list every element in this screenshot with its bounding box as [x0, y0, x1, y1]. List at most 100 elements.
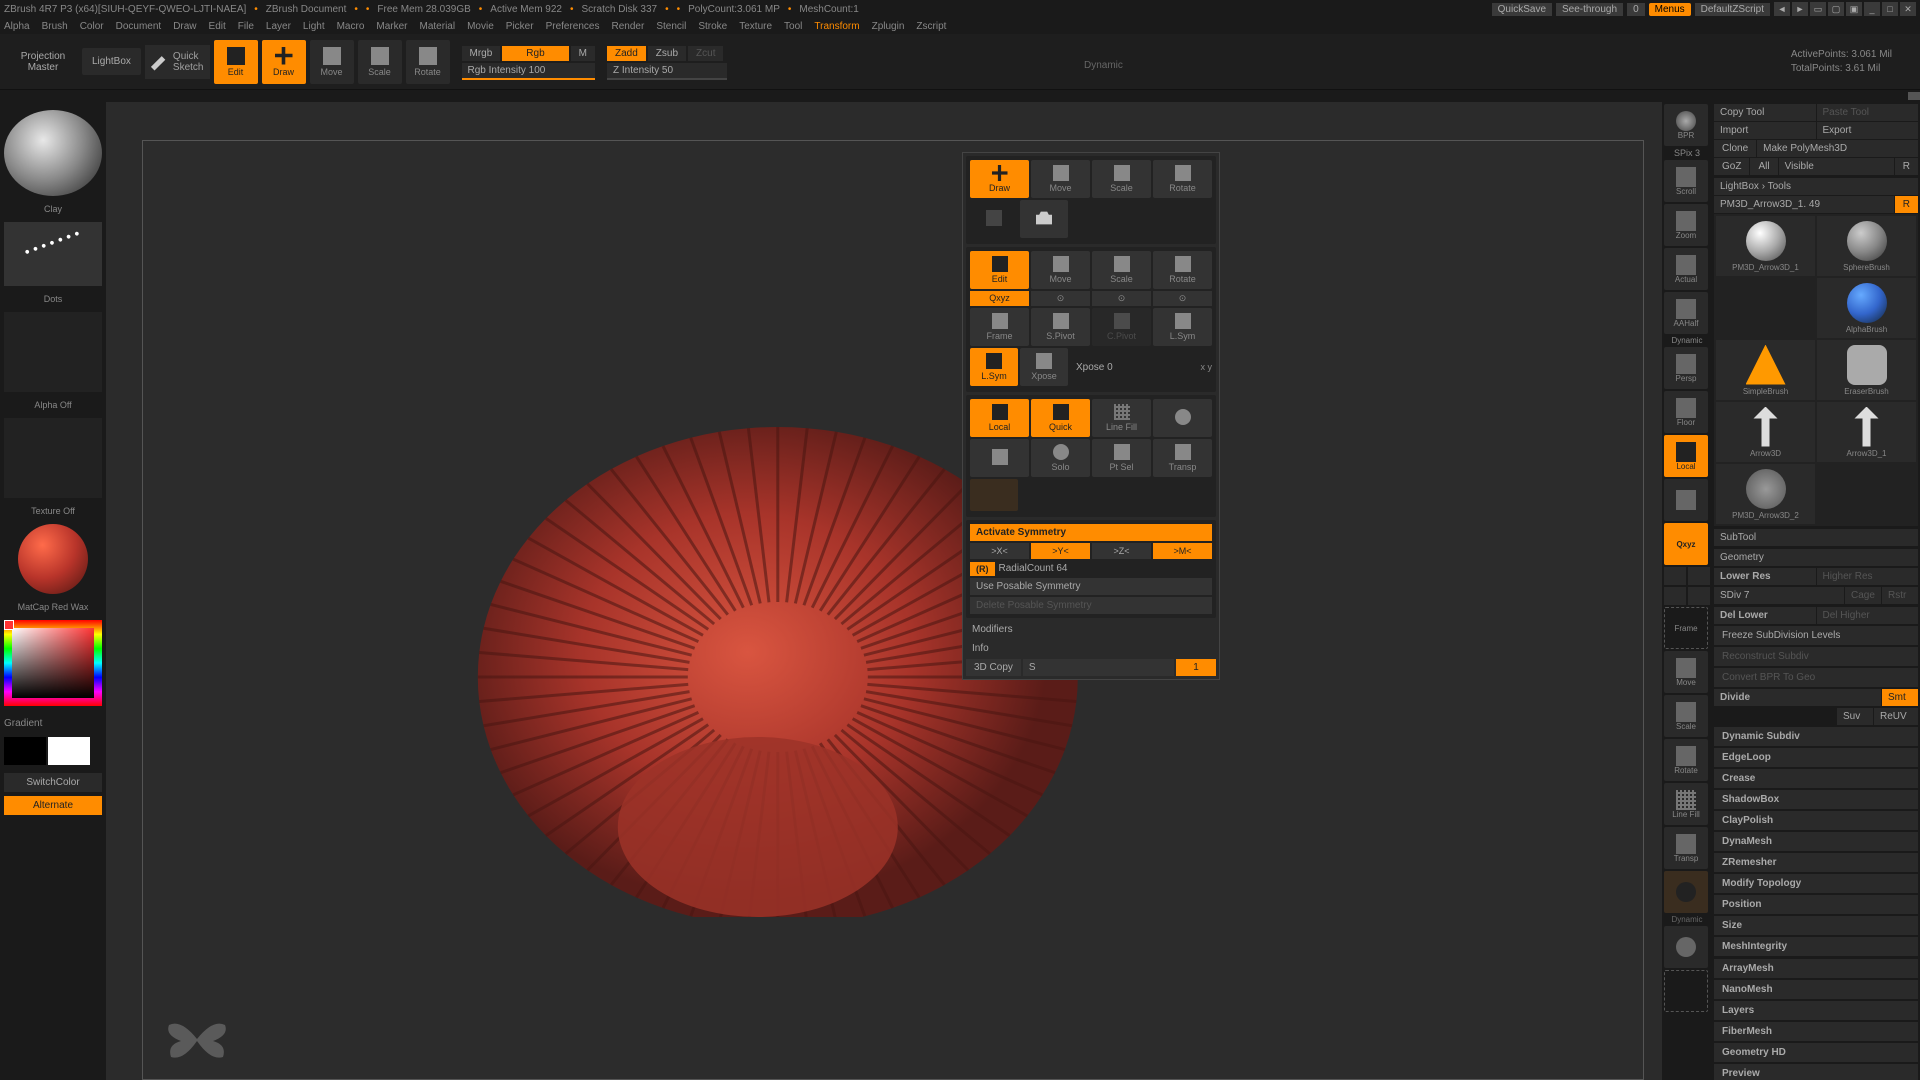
alpha-preview[interactable]	[4, 312, 102, 392]
rstr-button[interactable]: Rstr	[1882, 587, 1918, 604]
local-right-button[interactable]: Local	[1664, 435, 1708, 477]
document-canvas[interactable]: []	[142, 140, 1644, 1080]
solo-button[interactable]: Solo	[1031, 439, 1090, 477]
qxyz-button[interactable]: Qxyz	[970, 291, 1029, 306]
secondary-color-swatch[interactable]	[4, 737, 46, 765]
alternate-button[interactable]: Alternate	[4, 796, 102, 815]
xpose-button[interactable]: Xpose	[1020, 348, 1068, 386]
win-close-icon[interactable]: ✕	[1900, 2, 1916, 16]
switchcolor-button[interactable]: SwitchColor	[4, 773, 102, 792]
sym-x-button[interactable]: >X<	[970, 543, 1029, 559]
transp-button[interactable]: Transp	[1153, 439, 1212, 477]
del-higher-button[interactable]: Del Higher	[1817, 607, 1919, 624]
linefill-right-button[interactable]: Line Fill	[1664, 783, 1708, 825]
position-item[interactable]: Position	[1714, 895, 1918, 914]
zsub-button[interactable]: Zsub	[648, 46, 686, 61]
actual-button[interactable]: Actual	[1664, 248, 1708, 290]
quick-button[interactable]: Quick	[1031, 399, 1090, 437]
fibermesh-item[interactable]: FiberMesh	[1714, 1022, 1918, 1041]
freeze-subdiv-button[interactable]: Freeze SubDivision Levels	[1714, 626, 1918, 645]
tool-thumb-2[interactable]: AlphaBrush	[1817, 278, 1916, 338]
scale-mode-button[interactable]: Scale	[358, 40, 402, 84]
qy-button[interactable]: ⊙	[1092, 291, 1151, 306]
floor-button[interactable]: Floor	[1664, 391, 1708, 433]
color-picker[interactable]	[4, 620, 102, 706]
sphere-button[interactable]	[1153, 399, 1212, 437]
scale-right-button[interactable]: Scale	[1664, 695, 1708, 737]
scroll-button[interactable]: Scroll	[1664, 160, 1708, 202]
win-minimize-icon[interactable]: _	[1864, 2, 1880, 16]
polyf-button[interactable]: Line Fill	[1092, 399, 1151, 437]
subtool-header[interactable]: SubTool	[1714, 529, 1918, 546]
edit-mode-button[interactable]: Edit	[214, 40, 258, 84]
geometryhd-item[interactable]: Geometry HD	[1714, 1043, 1918, 1062]
dynamesh-item[interactable]: DynaMesh	[1714, 832, 1918, 851]
arraymesh-item[interactable]: ArrayMesh	[1714, 959, 1918, 978]
popup-camera-button[interactable]	[1020, 200, 1068, 238]
win-panel-icon[interactable]: ▣	[1846, 2, 1862, 16]
frame-right-button[interactable]: Frame	[1664, 607, 1708, 649]
goz-visible-button[interactable]: Visible	[1779, 158, 1894, 175]
paste-tool-button[interactable]: Paste Tool	[1817, 104, 1919, 121]
ptsel-button[interactable]: Pt Sel	[1092, 439, 1151, 477]
solo-right-button[interactable]	[1664, 871, 1708, 913]
m-button[interactable]: M	[571, 46, 595, 61]
modify-topology-item[interactable]: Modify Topology	[1714, 874, 1918, 893]
preview-item[interactable]: Preview	[1714, 1064, 1918, 1080]
claypolish-item[interactable]: ClayPolish	[1714, 811, 1918, 830]
menu-render[interactable]: Render	[612, 21, 645, 32]
tool-thumb-4[interactable]: EraserBrush	[1817, 340, 1916, 400]
use-posable-button[interactable]: Use Posable Symmetry	[970, 578, 1212, 595]
suv-button[interactable]: Suv	[1837, 708, 1873, 725]
smt-button[interactable]: Smt	[1882, 689, 1918, 706]
primary-color-swatch[interactable]	[48, 737, 90, 765]
qz-button[interactable]: ⊙	[1153, 291, 1212, 306]
tool-thumb-7[interactable]: PM3D_Arrow3D_2	[1716, 464, 1815, 524]
zremesher-item[interactable]: ZRemesher	[1714, 853, 1918, 872]
tool-thumb-6[interactable]: Arrow3D_1	[1817, 402, 1916, 462]
tool-thumb-3[interactable]: SimpleBrush	[1716, 340, 1815, 400]
bpr-button[interactable]: BPR	[1664, 104, 1708, 146]
higher-res-button[interactable]: Higher Res	[1817, 568, 1919, 585]
win-next-icon[interactable]: ►	[1792, 2, 1808, 16]
q-small-4[interactable]	[1688, 587, 1710, 605]
divide-button[interactable]: Divide	[1714, 689, 1881, 706]
import-button[interactable]: Import	[1714, 122, 1816, 139]
3d-copy-s[interactable]: S	[1023, 659, 1174, 676]
quick-sketch-button[interactable]: Quick Sketch	[145, 45, 210, 79]
popup-gizmo-move-button[interactable]: Move	[1031, 251, 1090, 289]
menu-zscript[interactable]: Zscript	[916, 21, 946, 32]
sym-z-button[interactable]: >Z<	[1092, 543, 1151, 559]
cage-button[interactable]: Cage	[1845, 587, 1881, 604]
lsym2-button[interactable]: L.Sym	[970, 348, 1018, 386]
sdiv-slider[interactable]: SDiv 7	[1714, 587, 1844, 604]
rgb-button[interactable]: Rgb	[502, 46, 568, 61]
rotate-mode-button[interactable]: Rotate	[406, 40, 450, 84]
spivot-button[interactable]: S.Pivot	[1031, 308, 1090, 346]
info-header[interactable]: Info	[966, 640, 1216, 657]
ghost-button[interactable]	[970, 439, 1029, 477]
menu-marker[interactable]: Marker	[376, 21, 407, 32]
tool-r-button[interactable]: R	[1895, 196, 1918, 213]
nanomesh-item[interactable]: NanoMesh	[1714, 980, 1918, 999]
popup-edit-button[interactable]: Edit	[970, 251, 1029, 289]
z-intensity-slider[interactable]: Z Intensity 50	[607, 63, 727, 78]
goz-r-button[interactable]: R	[1895, 158, 1918, 175]
horizontal-scroll[interactable]	[0, 90, 1920, 102]
win-min-icon[interactable]: ▢	[1828, 2, 1844, 16]
mrgb-button[interactable]: Mrgb	[462, 46, 501, 61]
reconstruct-button[interactable]: Reconstruct Subdiv	[1714, 647, 1918, 666]
lsym-button[interactable]: L.Sym	[1153, 308, 1212, 346]
zadd-button[interactable]: Zadd	[607, 46, 646, 61]
lower-res-button[interactable]: Lower Res	[1714, 568, 1816, 585]
move-mode-button[interactable]: Move	[310, 40, 354, 84]
popup-move-button[interactable]: Move	[1031, 160, 1090, 198]
menu-stencil[interactable]: Stencil	[656, 21, 686, 32]
popup-draw-button[interactable]: Draw	[970, 160, 1029, 198]
menu-color[interactable]: Color	[80, 21, 104, 32]
menu-edit[interactable]: Edit	[209, 21, 226, 32]
stroke-preview[interactable]	[4, 222, 102, 286]
move-right-button[interactable]: Move	[1664, 651, 1708, 693]
popup-gizmo-rotate-button[interactable]: Rotate	[1153, 251, 1212, 289]
menus-button[interactable]: Menus	[1649, 3, 1691, 16]
